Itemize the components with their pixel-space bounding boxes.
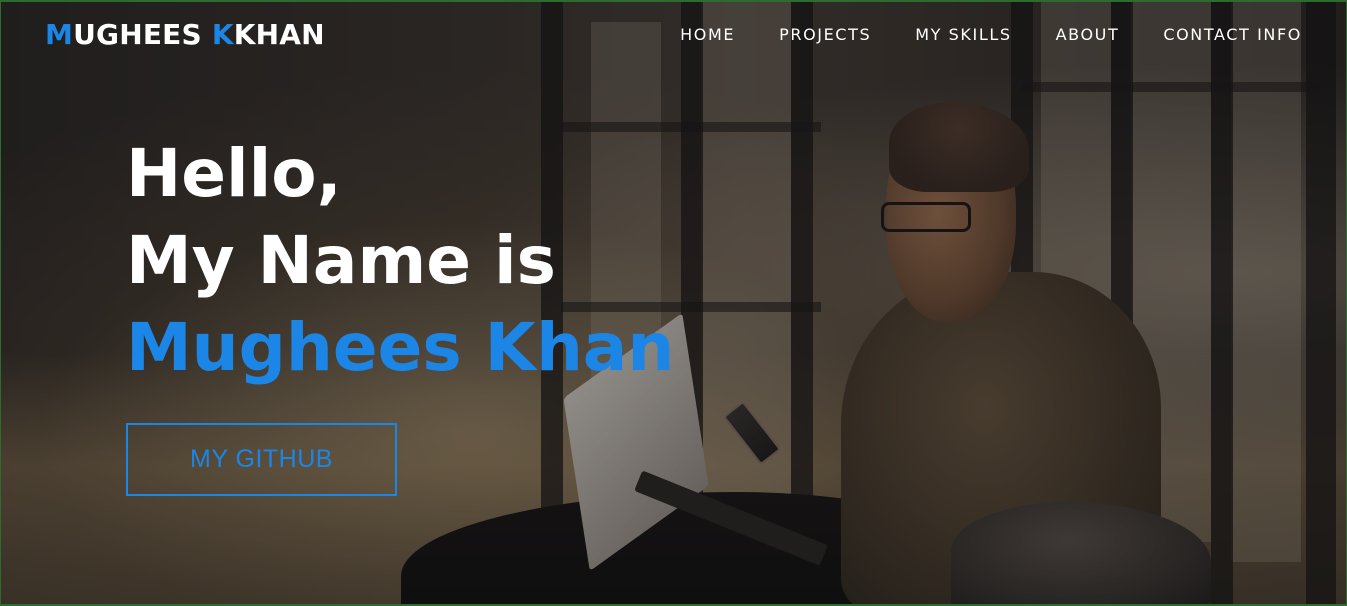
brand-logo[interactable]: MUGHEES KKHAN (45, 18, 325, 51)
brand-initial-first: M (45, 17, 74, 51)
hero-greeting: Hello, (126, 135, 342, 212)
nav-about[interactable]: ABOUT (1056, 25, 1120, 44)
nav-links: HOME PROJECTS MY SKILLS ABOUT CONTACT IN… (680, 25, 1302, 44)
hero-name: Mughees Khan (126, 309, 675, 386)
brand-text-second: KHAN (233, 17, 325, 51)
hero-content: Hello, My Name is Mughees Khan MY GITHUB (126, 130, 674, 496)
hero-intro: My Name is (126, 222, 556, 299)
top-navbar: MUGHEES KKHAN HOME PROJECTS MY SKILLS AB… (1, 2, 1346, 66)
brand-initial-second: K (211, 17, 234, 51)
github-button[interactable]: MY GITHUB (126, 423, 397, 496)
hero-section: MUGHEES KKHAN HOME PROJECTS MY SKILLS AB… (0, 0, 1347, 606)
nav-projects[interactable]: PROJECTS (779, 25, 871, 44)
brand-text-first: UGHEES (73, 17, 212, 51)
nav-home[interactable]: HOME (680, 25, 735, 44)
nav-my-skills[interactable]: MY SKILLS (915, 25, 1011, 44)
nav-contact-info[interactable]: CONTACT INFO (1163, 25, 1302, 44)
